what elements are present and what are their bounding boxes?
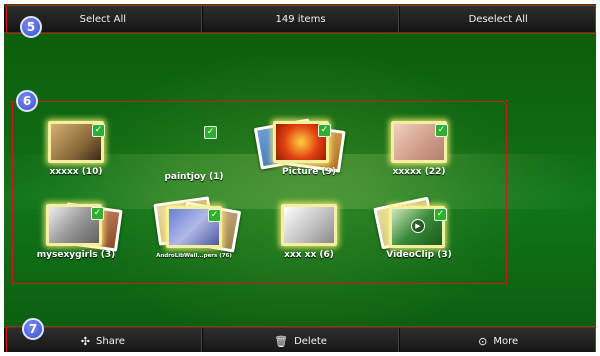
annotation-box-top (6, 5, 596, 34)
album-label: paintjoy (1) (164, 172, 224, 182)
check-icon: ✓ (208, 209, 221, 222)
check-icon: ✓ (435, 124, 448, 137)
check-icon: ✓ (204, 126, 217, 139)
album-label: xxx xx (6) (284, 250, 334, 260)
album-item[interactable]: ▶ ✓ VideoClip (3) (359, 196, 479, 270)
album-item[interactable]: xxx xx (6) (249, 200, 369, 270)
annotation-badge-grid: 6 (16, 90, 38, 112)
album-label: AndroLibWall...pers (76) (156, 253, 232, 259)
album-label: mysexygirls (3) (36, 250, 116, 260)
album-label: VideoClip (3) (386, 250, 452, 260)
album-thumbnail (281, 204, 337, 246)
album-item[interactable]: ✓ mysexygirls (3) (16, 200, 136, 270)
check-icon: ✓ (318, 124, 331, 137)
check-icon: ✓ (91, 207, 104, 220)
play-icon: ▶ (411, 219, 425, 233)
album-label: xxxxx (22) (392, 167, 446, 177)
check-icon: ✓ (434, 208, 447, 221)
album-label: xxxxx (10) (49, 167, 103, 177)
gallery-screen: Select All 149 items Deselect All ✓ xxxx… (4, 4, 596, 352)
album-item[interactable]: ✓ AndroLibWall...pers (76) (134, 196, 254, 270)
album-item[interactable]: ✓ paintjoy (1) (134, 117, 254, 187)
annotation-box-bottom (6, 326, 596, 352)
album-item[interactable]: ✓ Picture (9) (249, 117, 369, 187)
album-item[interactable]: ✓ xxxxx (22) (359, 117, 479, 187)
album-item[interactable]: ✓ xxxxx (10) (16, 117, 136, 187)
check-icon: ✓ (92, 124, 105, 137)
annotation-badge-top: 5 (20, 16, 42, 38)
annotation-badge-bottom: 7 (22, 318, 44, 340)
album-label: Picture (9) (282, 167, 336, 177)
